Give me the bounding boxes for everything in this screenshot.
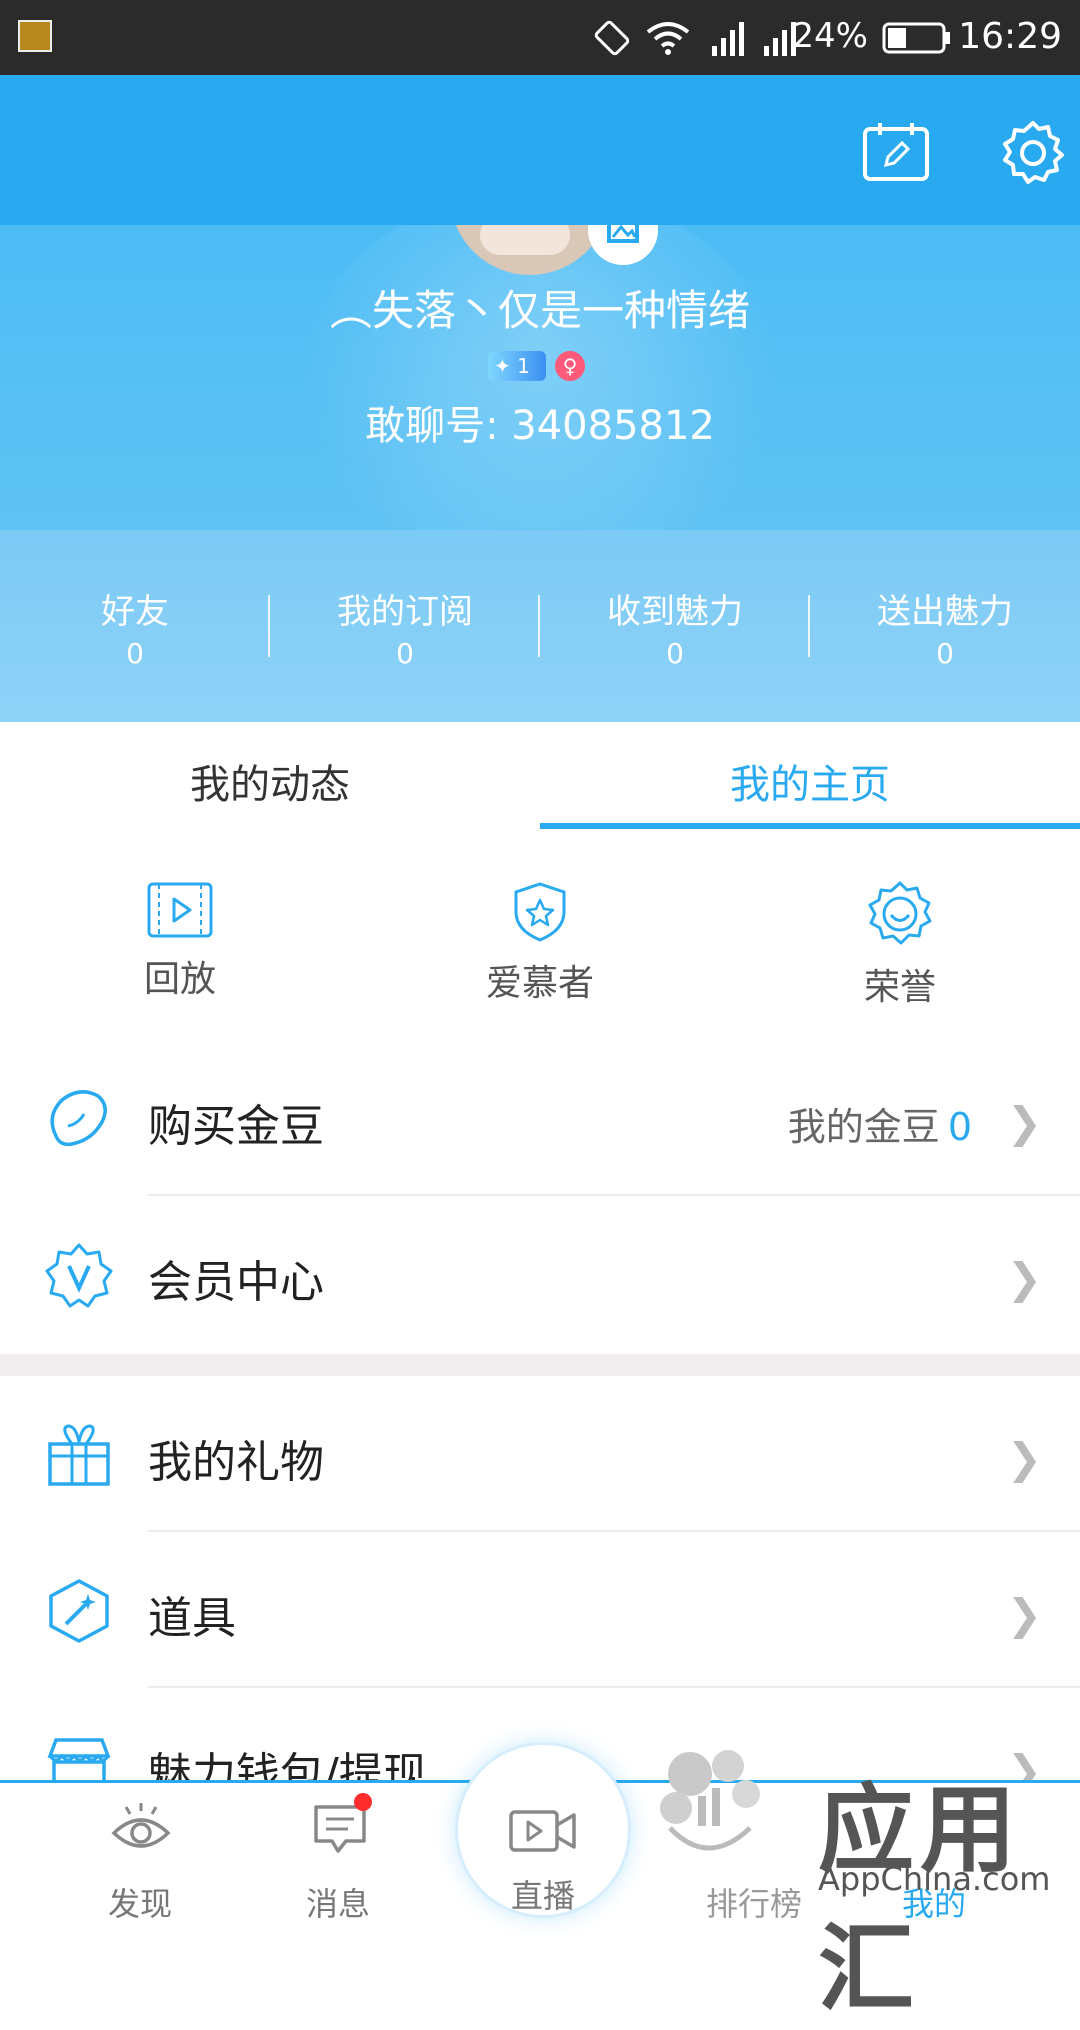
stat-charm-received[interactable]: 收到魅力 0	[540, 584, 810, 670]
image-edit-icon	[607, 225, 639, 243]
chevron-right-icon: ❯	[1006, 1254, 1042, 1303]
appchina-watermark: 应用汇 AppChina.com	[650, 1752, 1070, 2025]
quick-label: 荣誉	[863, 967, 936, 1008]
chevron-right-icon: ❯	[1006, 1098, 1042, 1147]
row-props[interactable]: 道具 ❯	[0, 1532, 1080, 1688]
nav-label: 发现	[107, 1885, 172, 1923]
watermark-url: AppChina.com	[818, 1860, 1051, 1898]
tab-my-feed[interactable]: 我的动态	[0, 752, 540, 810]
nav-live[interactable]: 直播	[455, 1742, 631, 1918]
shield-star-icon	[514, 882, 566, 942]
eye-icon	[111, 1803, 171, 1848]
bean-icon	[50, 1090, 107, 1147]
quick-replay[interactable]: 回放	[0, 880, 360, 1002]
unread-dot	[354, 1793, 372, 1811]
quick-label: 回放	[143, 959, 216, 1000]
camera-icon	[509, 1810, 576, 1852]
nickname: ︵失落丶仅是一种情绪	[329, 286, 750, 335]
section-gap	[0, 1354, 1080, 1376]
profile-header: ︵失落丶仅是一种情绪 ✦ 1 ♀ 敢聊号: 34085812	[0, 225, 1080, 530]
top-bar	[0, 75, 1080, 225]
wifi-icon	[646, 22, 690, 55]
badge-row: ✦ 1 ♀	[488, 351, 586, 381]
row-title: 购买金豆	[148, 1101, 324, 1152]
battery-icon	[882, 22, 950, 54]
nav-label: 消息	[305, 1885, 370, 1923]
magic-wand-icon	[49, 1579, 109, 1643]
rotate-icon	[594, 20, 630, 56]
shop-icon	[47, 1738, 111, 1780]
tab-bar: 我的动态 我的主页	[0, 722, 1080, 830]
badge-smile-icon	[868, 881, 932, 945]
video-play-icon	[147, 882, 213, 938]
level-number: 1	[517, 354, 530, 378]
row-title: 道具	[148, 1593, 236, 1644]
stat-label: 收到魅力	[607, 592, 743, 632]
calendar-edit-icon[interactable]	[862, 121, 930, 183]
chevron-right-icon: ❯	[1006, 1590, 1042, 1639]
stat-label: 好友	[101, 592, 169, 632]
chevron-right-icon: ❯	[1006, 1434, 1042, 1483]
gift-icon	[48, 1424, 110, 1486]
stat-value: 0	[666, 637, 684, 670]
row-title: 魅力钱包/提现	[148, 1749, 427, 1780]
stat-value: 0	[126, 637, 144, 670]
stat-friends[interactable]: 好友 0	[0, 584, 270, 670]
settings-gear-icon[interactable]	[1000, 119, 1066, 185]
my-gold-beans: 我的金豆 0	[788, 1096, 972, 1151]
tab-my-homepage[interactable]: 我的主页	[540, 752, 1080, 810]
stat-value: 0	[396, 637, 414, 670]
stats-bar: 好友 0 我的订阅 0 收到魅力 0 送出魅力 0	[0, 530, 1080, 722]
row-title: 我的礼物	[148, 1437, 324, 1488]
nav-discover[interactable]: 发现	[32, 1783, 248, 1923]
notification-app-icon	[18, 20, 52, 52]
gold-value: 0	[947, 1105, 972, 1149]
row-my-gifts[interactable]: 我的礼物 ❯	[0, 1376, 1080, 1532]
clock: 16:29	[958, 16, 1062, 57]
row-vip-center[interactable]: 会员中心 ❯	[0, 1196, 1080, 1352]
user-id: 敢聊号: 34085812	[365, 403, 715, 449]
quick-label: 爱慕者	[485, 963, 594, 1004]
stat-charm-sent[interactable]: 送出魅力 0	[810, 584, 1080, 670]
nav-label: 直播	[510, 1877, 575, 1915]
vip-icon	[45, 1243, 113, 1308]
gender-female-icon: ♀	[555, 351, 586, 381]
stat-label: 送出魅力	[877, 592, 1013, 632]
gold-label: 我的金豆	[787, 1105, 940, 1149]
stat-label: 我的订阅	[337, 592, 473, 632]
quick-honor[interactable]: 荣誉	[720, 880, 1080, 1010]
sparkle-icon: ✦	[494, 354, 511, 378]
row-buy-gold-beans[interactable]: 购买金豆 我的金豆 0 ❯	[0, 1040, 1080, 1196]
tab-indicator	[540, 823, 1080, 829]
stat-value: 0	[936, 637, 954, 670]
nav-messages[interactable]: 消息	[230, 1783, 446, 1923]
status-bar: 24% 16:29	[0, 0, 1080, 75]
stat-subscriptions[interactable]: 我的订阅 0	[270, 584, 540, 670]
battery-percent: 24%	[792, 16, 868, 56]
row-title: 会员中心	[148, 1257, 324, 1308]
signal-icon	[712, 22, 744, 56]
quick-admirers[interactable]: 爱慕者	[360, 880, 720, 1006]
level-badge: ✦ 1	[488, 351, 546, 381]
